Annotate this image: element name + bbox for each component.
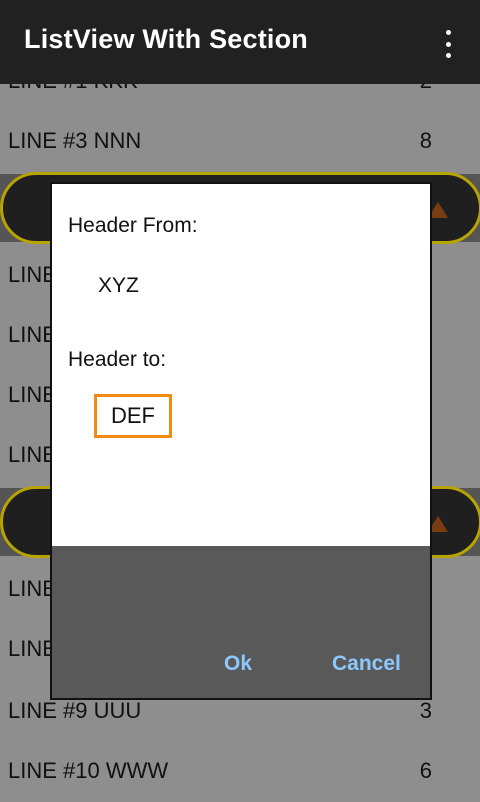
app-title: ListView With Section <box>24 24 308 54</box>
header-from-value: XYZ <box>98 274 139 297</box>
collapse-arrow-icon[interactable] <box>428 516 448 532</box>
header-from-label: Header From: <box>68 214 198 237</box>
overflow-dot <box>445 30 451 35</box>
list-item-count: 3 <box>419 698 432 723</box>
overflow-menu-icon[interactable] <box>436 26 460 62</box>
list-item-count: 6 <box>419 758 432 783</box>
header-to-input[interactable]: DEF <box>94 394 172 438</box>
overflow-dot <box>445 41 451 47</box>
list-item-count: 8 <box>419 128 432 153</box>
dialog-content: Header From: XYZ Header to: DEF <box>52 184 430 546</box>
ok-button[interactable]: Ok <box>224 652 252 676</box>
list-item[interactable]: LINE #10 WWW 6 <box>0 742 480 802</box>
cancel-button[interactable]: Cancel <box>332 652 401 676</box>
list-item-label: LINE <box>8 322 57 347</box>
list-item-label: LINE #9 UUU <box>8 698 142 723</box>
header-to-label: Header to: <box>68 348 167 371</box>
list-item-label: LINE #3 NNN <box>8 128 142 153</box>
list-item-label: LINE #10 WWW <box>8 758 169 783</box>
list-item-label: LINE <box>8 442 57 467</box>
header-to-value: DEF <box>111 403 155 428</box>
collapse-arrow-icon[interactable] <box>428 202 448 218</box>
list-item-label: LINE <box>8 382 57 407</box>
list-item-label: LINE <box>8 262 57 287</box>
app-bar: ListView With Section <box>0 0 480 84</box>
list-item-label: LINE <box>8 576 57 601</box>
overflow-dot <box>445 53 451 58</box>
list-item[interactable]: LINE #3 NNN 8 <box>0 112 480 172</box>
edit-header-dialog: Header From: XYZ Header to: DEF Ok Cance… <box>52 184 430 698</box>
list-item-label: LINE <box>8 636 57 661</box>
